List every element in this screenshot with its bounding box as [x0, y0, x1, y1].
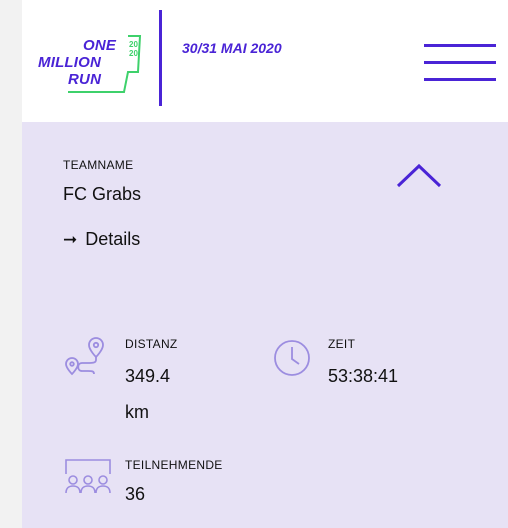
time-label: ZEIT	[328, 337, 356, 351]
details-label: Details	[85, 229, 141, 249]
team-name: FC Grabs	[63, 184, 142, 204]
participants-value: 36	[125, 484, 146, 504]
distance-label: DISTANZ	[125, 337, 178, 351]
distance-unit: km	[125, 402, 149, 422]
logo-word-run: RUN	[68, 71, 102, 88]
group-icon	[65, 459, 111, 494]
logo-word-one: ONE	[83, 37, 117, 54]
details-link[interactable]: ➞ Details	[63, 229, 140, 250]
menu-line	[424, 78, 496, 81]
team-stats-page: 20 20 ONE MILLION RUN 30/31 MAI 2020 TEA…	[22, 0, 508, 528]
clock-icon	[274, 340, 310, 376]
event-date: 30/31 MAI 2020	[182, 40, 282, 56]
team-name-label: TEAMNAME	[63, 158, 134, 172]
header-divider	[159, 10, 162, 106]
logo-word-million: MILLION	[38, 54, 102, 71]
hamburger-menu-icon[interactable]	[424, 42, 496, 82]
participants-label: TEILNEHMENDE	[125, 458, 223, 472]
svg-text:20: 20	[129, 40, 138, 49]
site-header: 20 20 ONE MILLION RUN 30/31 MAI 2020	[22, 0, 508, 122]
menu-line	[424, 61, 496, 64]
chevron-up-icon[interactable]	[394, 160, 444, 190]
arrow-right-icon: ➞	[63, 230, 78, 249]
distance-value: 349.4	[125, 366, 171, 386]
route-icon	[65, 337, 104, 376]
menu-line	[424, 44, 496, 47]
time-value: 53:38:41	[328, 366, 399, 386]
one-million-run-logo[interactable]: 20 20 ONE MILLION RUN	[28, 22, 158, 102]
svg-text:20: 20	[129, 49, 138, 58]
